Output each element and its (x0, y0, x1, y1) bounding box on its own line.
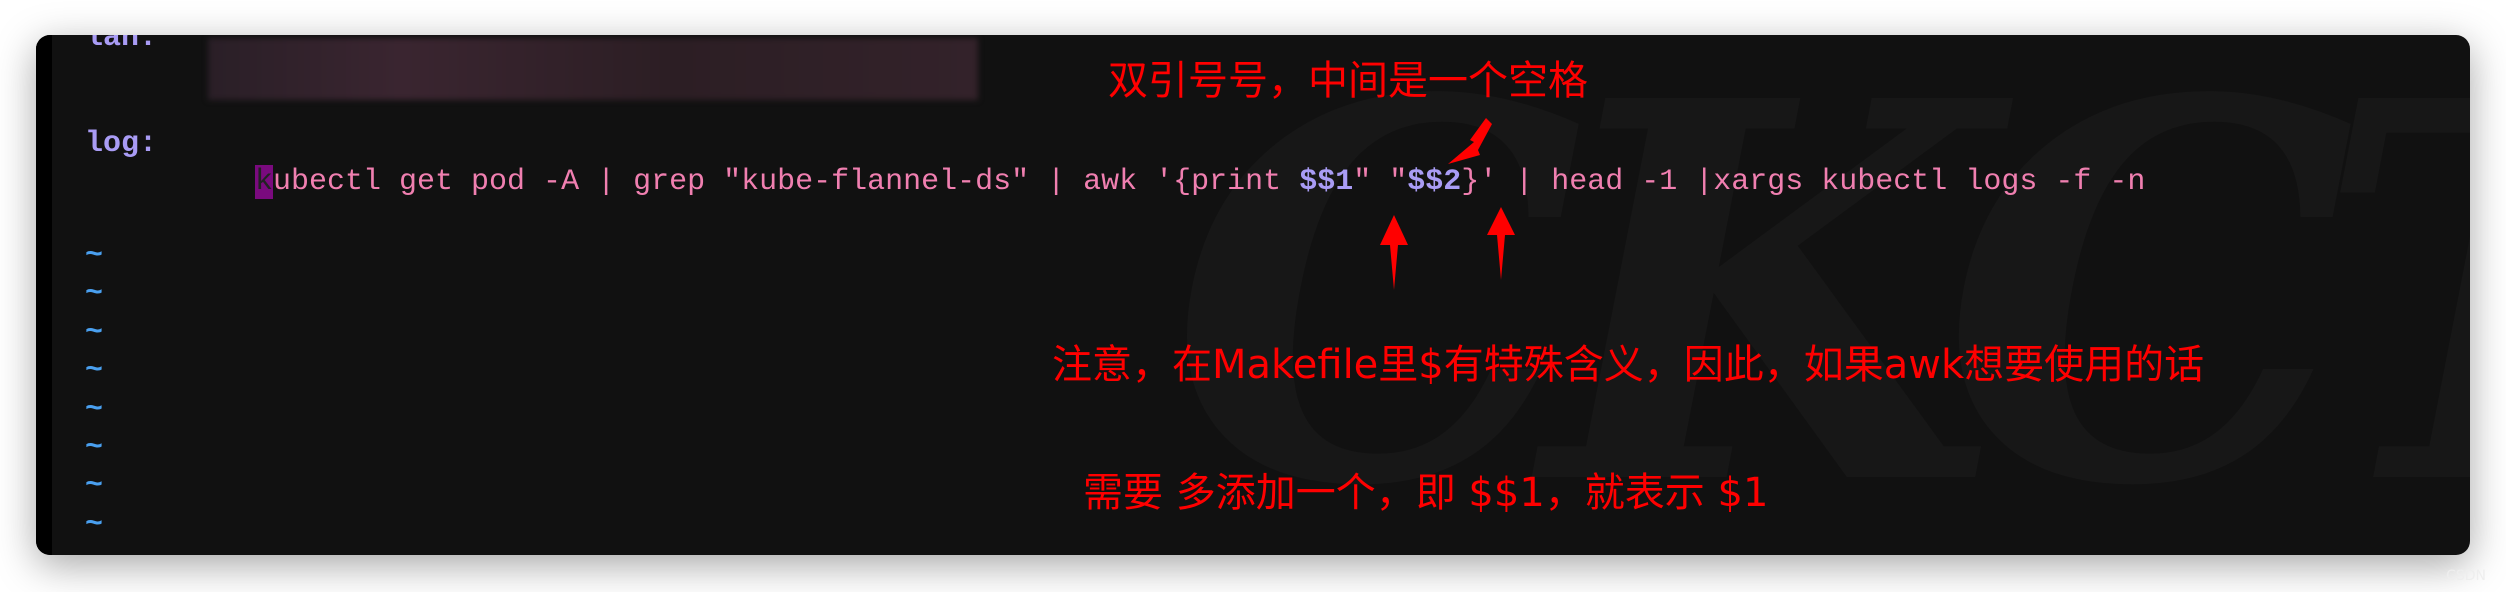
arrow-up-icon (1487, 207, 1515, 280)
arrow-up-icon (1380, 215, 1408, 290)
csdn-watermark: CSDN (2446, 568, 2486, 584)
arrows-layer (1380, 118, 1515, 290)
arrow-down-left-icon (1448, 118, 1492, 164)
